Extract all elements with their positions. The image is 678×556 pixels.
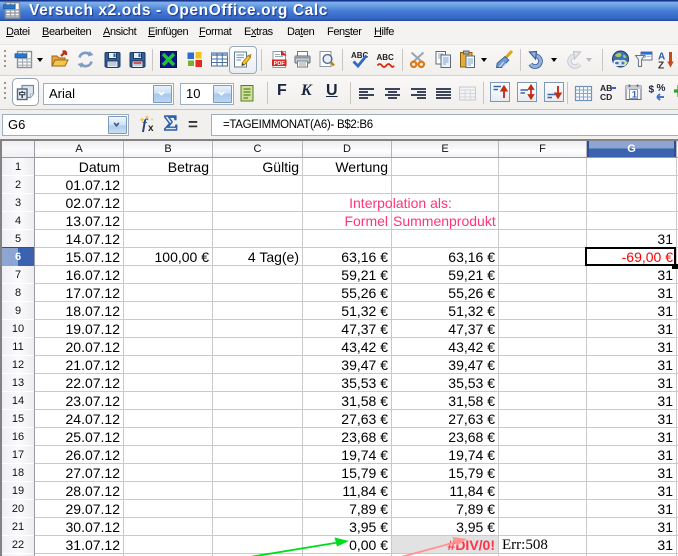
- svg-text:PDF: PDF: [274, 61, 286, 67]
- svg-text:Σ: Σ: [164, 113, 178, 135]
- svg-text:1: 1: [632, 90, 638, 101]
- svg-text:$: $: [649, 85, 655, 96]
- svg-text:%: %: [657, 83, 666, 94]
- svg-text:ABC: ABC: [377, 53, 395, 62]
- svg-text:Z: Z: [658, 61, 664, 70]
- svg-text:CD: CD: [600, 92, 612, 102]
- svg-text:x: x: [148, 123, 154, 134]
